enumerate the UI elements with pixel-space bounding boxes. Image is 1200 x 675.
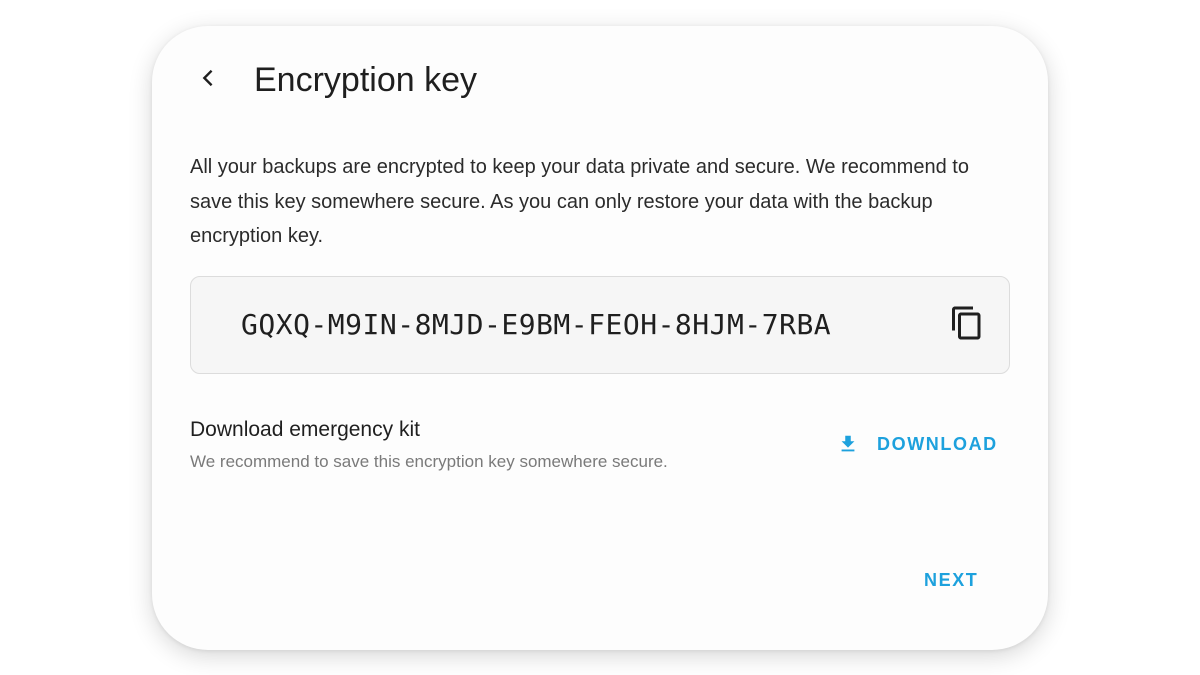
copy-button[interactable] — [947, 305, 987, 345]
description-text: All your backups are encrypted to keep y… — [190, 156, 969, 247]
chevron-left-icon — [197, 67, 219, 94]
next-button[interactable]: NEXT — [924, 570, 978, 591]
emergency-kit-subtitle: We recommend to save this encryption key… — [190, 452, 668, 471]
encryption-key-field: GQXQ-M9IN-8MJD-E9BM-FEOH-8HJM-7RBA — [190, 276, 1010, 374]
back-button[interactable] — [190, 62, 226, 98]
emergency-kit-title: Download emergency kit — [190, 418, 420, 441]
download-icon — [836, 432, 860, 456]
encryption-key-value: GQXQ-M9IN-8MJD-E9BM-FEOH-8HJM-7RBA — [241, 308, 832, 341]
page-title: Encryption key — [254, 61, 477, 99]
encryption-key-dialog: Encryption key All your backups are encr… — [152, 26, 1048, 650]
copy-icon — [949, 305, 985, 346]
download-label: DOWNLOAD — [877, 433, 998, 454]
download-button[interactable]: DOWNLOAD — [836, 428, 998, 460]
